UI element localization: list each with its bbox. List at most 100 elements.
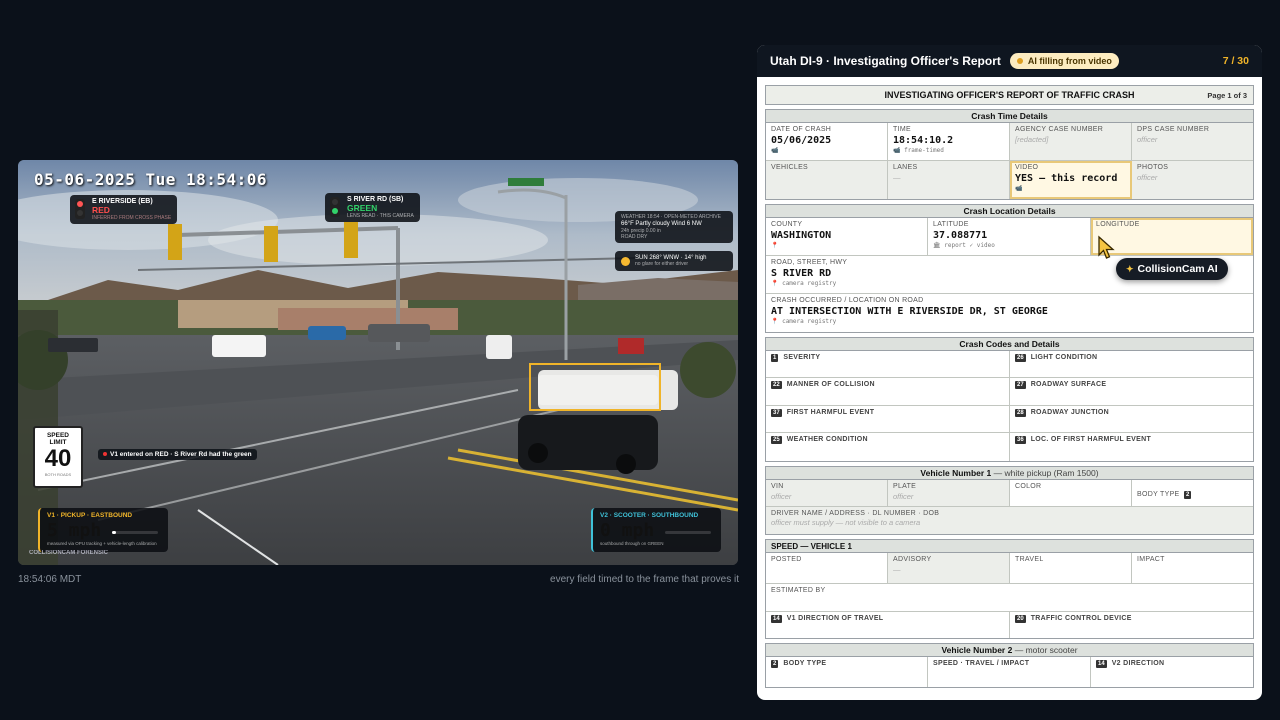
field-plate[interactable]: PLATE officer	[888, 480, 1010, 506]
code-label: WEATHER CONDITION	[786, 436, 868, 443]
weather-line1: 66°F Partly cloudy Wind 6 NW	[621, 221, 702, 227]
section-heading: Crash Time Details	[766, 110, 1253, 123]
field-body-type[interactable]: BODY TYPE 2	[1132, 480, 1253, 506]
code-weather-condition[interactable]: 25 WEATHER CONDITION	[766, 433, 1010, 461]
field-speed-advisory[interactable]: ADVISORY —	[888, 553, 1010, 583]
field-speed-impact[interactable]: IMPACT	[1132, 553, 1253, 583]
field-photos[interactable]: PHOTOS officer	[1132, 161, 1253, 199]
form-title-text: INVESTIGATING OFFICER'S REPORT OF TRAFFI…	[884, 90, 1135, 100]
code-number: 2	[771, 660, 779, 668]
code-v1-direction[interactable]: 14 V1 DIRECTION OF TRAVEL	[766, 612, 1010, 638]
speed-sign-line1: SPEED	[46, 432, 70, 439]
field-label: PLATE	[893, 483, 917, 490]
code-first-harmful-event[interactable]: 37 FIRST HARMFUL EVENT	[766, 406, 1010, 432]
field-label: COUNTY	[771, 221, 803, 228]
field-label: ESTIMATED BY	[771, 587, 826, 594]
field-lanes[interactable]: LANES —	[888, 161, 1010, 199]
field-placeholder: —	[893, 565, 901, 574]
ai-agent-tooltip: ✦ CollisionCam AI	[1116, 258, 1228, 280]
field-placeholder: officer	[1137, 135, 1158, 144]
code-roadway-surface[interactable]: 27 ROADWAY SURFACE	[1010, 378, 1253, 405]
code-v2-direction[interactable]: 14 V2 DIRECTION	[1091, 657, 1253, 687]
field-estimated-by[interactable]: ESTIMATED BY	[766, 584, 1253, 611]
field-label: DPS CASE NUMBER	[1137, 126, 1210, 133]
field-label: LANES	[893, 164, 918, 171]
code-severity[interactable]: 1 SEVERITY	[766, 351, 1010, 377]
code-loc-first-harmful-event[interactable]: 36 LOC. OF FIRST HARMFUL EVENT	[1010, 433, 1253, 461]
video-timestamp: 05-06-2025 Tue 18:54:06	[34, 170, 268, 189]
field-source: 📍 camera registry	[771, 318, 837, 325]
v2-label: V2 · SCOOTER · SOUTHBOUND	[600, 512, 699, 519]
code-v2-body-type[interactable]: 2 BODY TYPE	[766, 657, 928, 687]
code-light-condition[interactable]: 26 LIGHT CONDITION	[1010, 351, 1253, 377]
field-video[interactable]: VIDEO YES — this record 📹	[1010, 161, 1132, 199]
field-speed-travel[interactable]: TRAVEL	[1010, 553, 1132, 583]
field-dps-case-number[interactable]: DPS CASE NUMBER officer	[1132, 123, 1253, 160]
code-label: LIGHT CONDITION	[1030, 354, 1098, 361]
vehicle-subheading: — motor scooter	[1014, 645, 1078, 655]
field-placeholder: officer must supply — not visible to a c…	[771, 518, 921, 527]
field-counter: 7 / 30	[1222, 55, 1249, 67]
code-traffic-control-device[interactable]: 20 TRAFFIC CONTROL DEVICE	[1010, 612, 1253, 638]
mouse-pointer-icon	[1098, 235, 1115, 259]
report-form[interactable]: INVESTIGATING OFFICER'S REPORT OF TRAFFI…	[765, 85, 1254, 700]
section-heading: Crash Location Details	[766, 205, 1253, 218]
red-dot-icon	[103, 452, 107, 457]
field-crash-location-on-road[interactable]: CRASH OCCURRED / LOCATION ON ROAD AT INT…	[766, 294, 1253, 332]
field-vehicles[interactable]: VEHICLES	[766, 161, 888, 199]
code-label: TRAFFIC CONTROL DEVICE	[1030, 615, 1132, 622]
ai-status-text: AI filling from video	[1027, 56, 1112, 66]
sun-line2: no glare for either driver	[635, 261, 689, 267]
code-manner-of-collision[interactable]: 22 MANNER OF COLLISION	[766, 378, 1010, 405]
pin-icon: 📍	[771, 242, 779, 249]
section-crash-codes: Crash Codes and Details 1 SEVERITY 26 LIGH…	[765, 337, 1254, 462]
form-title: INVESTIGATING OFFICER'S REPORT OF TRAFFI…	[765, 85, 1254, 105]
code-number: 25	[771, 436, 782, 444]
signal-road-label: S RIVER RD (SB)	[347, 196, 404, 203]
field-placeholder: officer	[893, 492, 914, 501]
video-footer-time: 18:54:06 MDT	[18, 574, 82, 585]
field-agency-case-number[interactable]: AGENCY CASE NUMBER [redacted]	[1010, 123, 1132, 160]
code-number: 20	[1015, 615, 1026, 623]
code-roadway-junction[interactable]: 28 ROADWAY JUNCTION	[1010, 406, 1253, 432]
field-label: DRIVER NAME / ADDRESS · DL NUMBER · DOB	[771, 510, 940, 517]
field-label: IMPACT	[1137, 556, 1165, 563]
section-speed-vehicle-1: SPEED — VEHICLE 1 POSTED ADVISORY — TRAVE…	[765, 539, 1254, 639]
code-number: 14	[1096, 660, 1107, 668]
field-v2-speed[interactable]: SPEED · TRAVEL / IMPACT	[928, 657, 1091, 687]
field-speed-posted[interactable]: POSTED	[766, 553, 888, 583]
code-number: 1	[771, 354, 779, 362]
app-stage: 05-06-2025 Tue 18:54:06 E RIVERSIDE (EB)…	[0, 0, 1280, 720]
report-title: Utah DI-9 · Investigating Officer's Repo…	[770, 54, 1001, 68]
field-label: VIN	[771, 483, 784, 490]
code-label: V2 DIRECTION	[1111, 660, 1165, 667]
field-label: POSTED	[771, 556, 802, 563]
field-vin[interactable]: VIN officer	[766, 480, 888, 506]
report-panel: Utah DI-9 · Investigating Officer's Repo…	[757, 45, 1262, 700]
code-label: MANNER OF COLLISION	[786, 381, 875, 388]
field-driver[interactable]: DRIVER NAME / ADDRESS · DL NUMBER · DOB …	[766, 507, 1253, 534]
field-color[interactable]: COLOR	[1010, 480, 1132, 506]
v2-speed-gauge	[665, 531, 711, 534]
field-label: PHOTOS	[1137, 164, 1169, 171]
caption-text: V1 entered on RED · S River Rd had the g…	[110, 451, 252, 458]
field-label: CRASH OCCURRED / LOCATION ON ROAD	[771, 297, 924, 304]
dashcam-video-frame[interactable]: 05-06-2025 Tue 18:54:06 E RIVERSIDE (EB)…	[18, 160, 738, 565]
field-county[interactable]: COUNTY WASHINGTON 📍	[766, 218, 928, 255]
code-number: 28	[1015, 409, 1026, 417]
video-source-icon: 📹	[1015, 185, 1023, 192]
field-time[interactable]: TIME 18:54:10.2 📹 frame-timed	[888, 123, 1010, 160]
field-latitude[interactable]: LATITUDE 37.088771 🏛 report ✓ video	[928, 218, 1091, 255]
field-date-of-crash[interactable]: DATE OF CRASH 05/06/2025 📹	[766, 123, 888, 160]
field-value: 05/06/2025	[771, 135, 832, 146]
code-number: 2	[1183, 491, 1192, 499]
field-label: ADVISORY	[893, 556, 932, 563]
vehicle-heading: Vehicle Number 1	[920, 468, 992, 478]
v1-speed-panel: V1 · PICKUP · EASTBOUND 5 mph measured v…	[38, 508, 168, 552]
brand-watermark: COLLISIONCAM FORENSIC	[29, 550, 108, 556]
field-source: 🏛 report ✓ video	[933, 242, 995, 249]
code-label: V1 DIRECTION OF TRAVEL	[786, 615, 884, 622]
code-label: BODY TYPE	[783, 660, 827, 667]
sparkle-icon: ✦	[1126, 264, 1134, 274]
code-number: 37	[771, 409, 782, 417]
